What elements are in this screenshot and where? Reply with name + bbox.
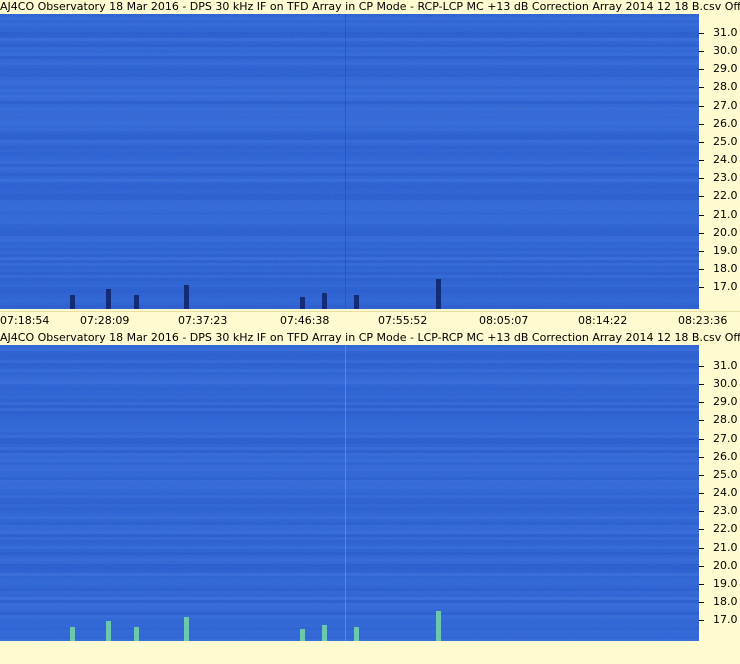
emission-burst [106,289,111,309]
frequency-scale-2: 31.0 30.0 29.0 28.0 27.0 26.0 25.0 24.0 23.0 22.0… [699,345,740,641]
emission-burst [184,285,189,309]
frequency-tick [699,620,704,622]
emission-burst [70,295,75,309]
frequency-tick [699,366,704,367]
frequency-tick [699,178,704,180]
frequency-label: 29.0 [713,62,738,76]
frequency-label: 20.0 [713,225,738,239]
emission-burst [354,627,359,641]
frequency-label: 30.0 [713,44,738,58]
frequency-tick [699,384,704,386]
frequency-label: 25.0 [713,467,738,481]
frequency-tick [699,438,704,440]
frequency-tick [699,547,704,549]
frequency-label: 19.0 [713,576,738,590]
frequency-tick [699,250,704,252]
frequency-tick [699,214,704,216]
frequency-label: 30.0 [713,377,738,391]
panel-2-title: AJ4CO Observatory 18 Mar 2016 - DPS 30 k… [0,331,740,345]
spectrogram-image [0,14,699,309]
frequency-tick [699,123,704,125]
frequency-label: 22.0 [713,189,738,203]
frequency-tick [699,160,704,162]
frequency-label: 31.0 [713,26,738,39]
frequency-tick [699,105,704,107]
frequency-label: 21.0 [713,207,738,221]
frequency-label: 29.0 [713,395,738,409]
emission-burst [106,621,111,641]
frequency-label: 20.0 [713,558,738,572]
time-label: 07:37:23 [178,314,228,327]
emission-burst [134,627,139,641]
frequency-scale-1: 31.0 30.0 29.0 28.0 27.0 26.0 25.0 24.0 23.0 22.0… [699,14,740,309]
emission-burst [436,611,441,641]
frequency-tick [699,529,704,531]
frequency-label: 24.0 [713,153,738,167]
frequency-label: 26.0 [713,449,738,463]
emission-burst [300,629,305,641]
frequency-label: 28.0 [713,413,738,427]
panel-1-title: AJ4CO Observatory 18 Mar 2016 - DPS 30 k… [0,0,740,14]
frequency-label: 27.0 [713,98,738,112]
frequency-label: 25.0 [713,134,738,148]
frequency-tick [699,565,704,567]
frequency-tick [699,493,704,495]
emission-burst [184,617,189,641]
frequency-tick [699,51,704,53]
frequency-label: 21.0 [713,540,738,554]
frequency-tick [699,268,704,270]
frequency-tick [699,69,704,71]
frequency-tick [699,87,704,89]
frequency-tick [699,601,704,603]
frequency-label: 22.0 [713,522,738,536]
emission-burst [322,293,327,309]
spectrogram-image [0,345,699,641]
frequency-label: 18.0 [713,261,738,275]
frequency-label: 17.0 [713,613,738,627]
time-label: 08:05:07 [479,314,529,327]
frequency-label: 17.0 [713,280,738,294]
frequency-label: 19.0 [713,243,738,257]
emission-burst [300,297,305,309]
frequency-label: 31.0 [713,359,738,372]
frequency-tick [699,456,704,458]
emission-burst [134,295,139,309]
frequency-tick [699,141,704,143]
frequency-label: 27.0 [713,431,738,445]
time-label: 08:14:22 [578,314,628,327]
time-label: 07:18:54 [0,314,50,327]
frequency-tick [699,474,704,476]
time-axis: 07:18:54 07:28:09 07:37:23 07:46:38 07:55:52… [0,311,740,329]
frequency-tick [699,33,704,34]
frequency-tick [699,402,704,404]
frequency-tick [699,287,704,289]
frequency-tick [699,232,704,234]
emission-burst [436,279,441,309]
frequency-tick [699,583,704,585]
spectrogram-rcp-lcp [0,14,699,309]
time-label: 07:46:38 [280,314,330,327]
emission-burst [70,627,75,641]
frequency-label: 18.0 [713,594,738,608]
frequency-label: 28.0 [713,80,738,94]
time-label: 08:23:36 [678,314,728,327]
frequency-tick [699,420,704,422]
bottom-status-strip [0,641,740,664]
emission-burst [322,625,327,641]
frequency-label: 23.0 [713,171,738,185]
frequency-label: 26.0 [713,116,738,130]
frequency-label: 23.0 [713,504,738,518]
frequency-tick [699,196,704,198]
spectrogram-lcp-rcp [0,345,699,641]
emission-burst [354,295,359,309]
frequency-label: 24.0 [713,486,738,500]
time-label: 07:28:09 [80,314,130,327]
frequency-tick [699,511,704,513]
time-label: 07:55:52 [378,314,428,327]
